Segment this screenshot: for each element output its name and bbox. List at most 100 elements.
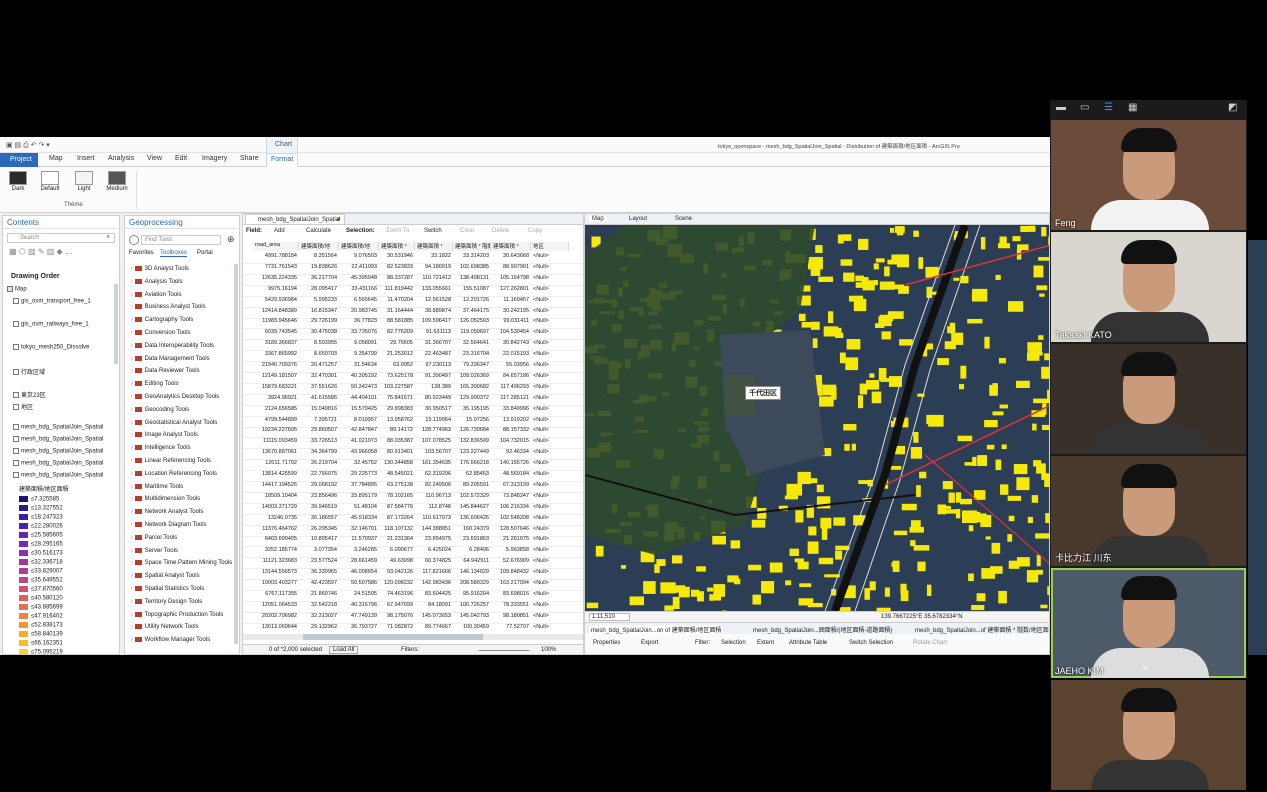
theme-light-button[interactable]: Light [69,171,99,193]
table-cell[interactable]: 52.676909 [491,558,531,564]
table-cell[interactable]: 20.471257 [299,362,339,368]
table-cell[interactable]: <Null> [531,569,569,575]
table-cell[interactable]: 33.726513 [299,438,339,444]
table-cell[interactable]: 40.316796 [339,602,379,608]
table-cell[interactable]: 11.169457 [491,297,531,303]
checkbox[interactable] [13,298,19,304]
table-cell[interactable]: <Null> [531,460,569,466]
table-cell[interactable]: 36.793727 [339,624,379,630]
table-cell[interactable]: <Null> [531,253,569,259]
table-cell[interactable]: 11983.945646 [253,318,299,324]
expand-icon[interactable]: › [131,432,133,438]
table-cell[interactable]: 3924.96921 [253,395,299,401]
table-cell[interactable]: 103.227587 [379,384,415,390]
table-cell[interactable]: 12.561528 [415,297,453,303]
table-cell[interactable]: 83.504425 [415,591,453,597]
theme-default-button[interactable]: Default [35,171,65,193]
layer-item[interactable]: mesh_bdg_SpatialJoin_Spatial [13,460,103,471]
column-header[interactable]: road_area [253,242,299,251]
table-cell[interactable]: 30.531946 [379,253,415,259]
table-cell[interactable]: 11121.323683 [253,558,299,564]
layer-item[interactable]: gis_osm_transport_free_1 [13,298,91,309]
table-cell[interactable]: 94.180919 [415,264,453,270]
expand-icon[interactable]: › [131,471,133,477]
table-cell[interactable]: 32.470301 [299,373,339,379]
table-cell[interactable]: 15879.683221 [253,384,299,390]
expand-icon[interactable]: › [131,420,133,426]
chart-tab[interactable]: mesh_bdg_SpatialJoin...囲面積/(地区面積-道路面積) [753,625,892,634]
table-cell[interactable]: 109.026369 [453,373,491,379]
table-cell[interactable]: 67.947699 [379,602,415,608]
table-cell[interactable]: 26.295345 [299,526,339,532]
table-cell[interactable]: <Null> [531,362,569,368]
tab-edit[interactable]: Edit [175,155,187,162]
table-cell[interactable]: 49.63098 [379,558,415,564]
toolbox-item[interactable]: › Multidimension Tools [131,496,200,509]
table-cell[interactable]: 29.726199 [299,318,339,324]
table-cell[interactable]: 20202.706982 [253,613,299,619]
attribute-table-button[interactable]: Attribute Table [789,640,827,646]
horizontal-scrollbar[interactable] [243,634,583,640]
tab-map-view[interactable]: Map [589,216,607,222]
layer-item[interactable]: tokyo_mesh250_Dissolve [13,344,89,355]
table-cell[interactable]: 91.390497 [415,373,453,379]
table-cell[interactable]: <Null> [531,275,569,281]
table-cell[interactable]: 87.584776 [379,504,415,510]
table-cell[interactable]: 21.231364 [379,536,415,542]
expand-icon[interactable]: › [131,458,133,464]
table-cell[interactable]: 6.425024 [415,547,453,553]
table-toolbar-item[interactable]: Zoom To [386,228,409,234]
table-cell[interactable]: 160.24379 [453,526,491,532]
table-cell[interactable]: 99.031411 [491,318,531,324]
table-cell[interactable]: 109.596417 [415,318,453,324]
table-cell[interactable]: <Null> [531,515,569,521]
table-cell[interactable]: 13670.887061 [253,449,299,455]
participant-video[interactable] [1051,680,1246,790]
expand-icon[interactable]: › [131,356,133,362]
table-tab[interactable]: mesh_bdg_SpatialJoin_Spatial ✕ [245,214,345,225]
table-cell[interactable]: 55.03956 [491,362,531,368]
layer-item[interactable]: mesh_bdg_SpatialJoin_Spatial [13,436,103,447]
checkbox[interactable] [13,424,19,430]
table-cell[interactable]: 138.498131 [453,275,491,281]
table-cell[interactable]: <Null> [531,351,569,357]
table-cell[interactable]: 37.784895 [339,482,379,488]
table-cell[interactable]: 109.848432 [491,569,531,575]
table-cell[interactable]: 44.404101 [339,395,379,401]
table-cell[interactable]: 11.570937 [339,536,379,542]
layer-item[interactable]: mesh_bdg_SpatialJoin_Spatial [13,448,103,459]
table-cell[interactable]: 32.542218 [299,602,339,608]
table-cell[interactable]: 38.889874 [415,308,453,314]
toolbox-item[interactable]: › Analysis Tools [131,278,183,292]
table-cell[interactable]: 33.895179 [339,493,379,499]
table-cell[interactable]: 91.631113 [415,329,453,335]
table-cell[interactable]: 117.496293 [491,384,531,390]
table-cell[interactable]: 12149.181507 [253,373,299,379]
table-cell[interactable]: <Null> [531,427,569,433]
quick-access-icons[interactable]: ▣ ▤ ⎙ ↶ ↷ ▾ [6,141,50,150]
table-cell[interactable]: 117.285121 [491,395,531,401]
table-cell[interactable]: 21.261075 [491,536,531,542]
table-cell[interactable]: 23.691863 [453,536,491,542]
table-cell[interactable]: 35.195195 [453,406,491,412]
table-cell[interactable]: 22.015193 [491,351,531,357]
table-cell[interactable]: 75.841571 [379,395,415,401]
table-cell[interactable]: <Null> [531,417,569,423]
table-cell[interactable]: 82.523833 [379,264,415,270]
table-cell[interactable]: 93.042126 [379,569,415,575]
table-cell[interactable]: 74.463196 [379,591,415,597]
table-cell[interactable]: 29.132962 [299,624,339,630]
speaker-view-icon[interactable]: ☰ [1104,102,1113,113]
toolbox-item[interactable]: › Network Diagram Tools [131,522,207,535]
table-cell[interactable]: 80.923449 [415,395,453,401]
expand-icon[interactable]: › [131,548,133,554]
table-cell[interactable]: 112.8748 [415,504,453,510]
table-cell[interactable]: 89.205591 [453,482,491,488]
table-cell[interactable]: 47.749139 [339,613,379,619]
table-cell[interactable]: 102.548208 [491,515,531,521]
table-cell[interactable]: 123.227449 [453,449,491,455]
exit-fullscreen-icon[interactable]: ◩ [1228,102,1237,113]
toolbox-item[interactable]: › Topographic Production Tools [131,611,223,625]
toolbox-item[interactable]: › Workflow Manager Tools [131,637,210,650]
table-cell[interactable]: 80.913401 [379,449,415,455]
